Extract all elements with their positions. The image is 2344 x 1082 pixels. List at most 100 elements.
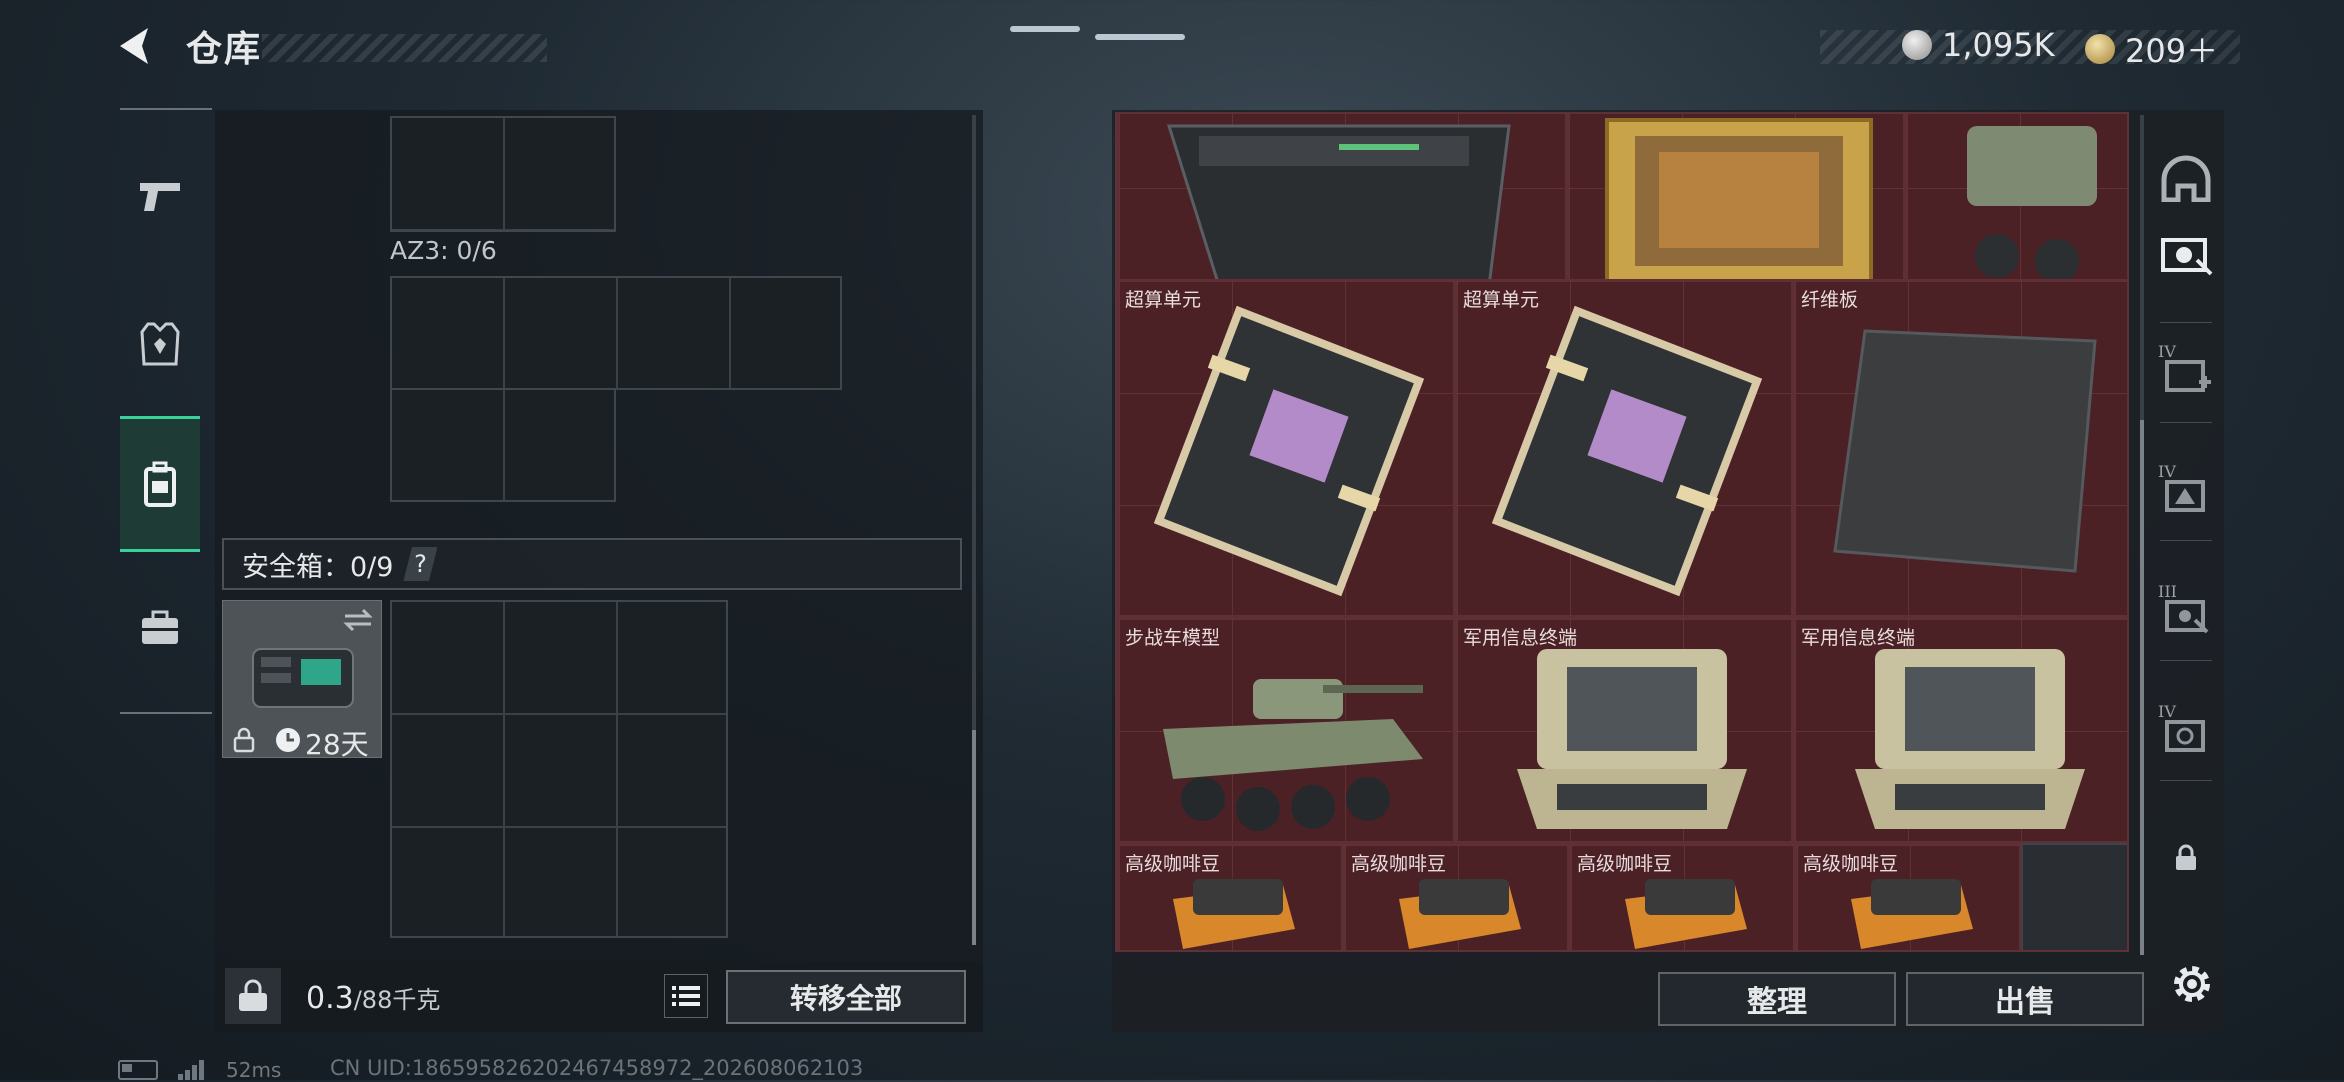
tool-tier-filter[interactable]: IV xyxy=(2150,698,2222,770)
item-name: 纤维板 xyxy=(1801,289,1859,311)
list-view-button[interactable] xyxy=(664,974,708,1018)
gold-coin-icon xyxy=(2085,34,2115,64)
nav-weapons[interactable] xyxy=(120,148,200,244)
tool-divider xyxy=(2160,422,2212,423)
stash-filter-column: IV IV III IV xyxy=(2150,140,2222,920)
safebox-label: 安全箱：0/9 xyxy=(242,551,394,583)
stash-empty-slot[interactable] xyxy=(2021,843,2127,950)
tool-helmet[interactable] xyxy=(2150,142,2222,214)
pistol-icon xyxy=(140,183,180,211)
vehicle-model-icon xyxy=(1967,126,2097,283)
tool-lock[interactable] xyxy=(2150,822,2222,894)
gear-icon xyxy=(2174,966,2210,1002)
coffee-beans-icon xyxy=(1851,879,1973,949)
stash-item[interactable]: 高级咖啡豆 xyxy=(1117,843,1343,950)
safebox-device-icon xyxy=(252,648,354,708)
tool-tier-warning[interactable]: IV xyxy=(2150,458,2222,530)
tool-divider xyxy=(2160,540,2212,541)
clock-icon xyxy=(276,728,300,752)
page-title: 仓库 xyxy=(186,29,263,70)
tool-tier-add[interactable]: IV xyxy=(2150,338,2222,410)
transfer-all-button[interactable]: 转移全部 xyxy=(726,970,966,1024)
signal-icon xyxy=(178,1060,204,1080)
coffee-beans-icon xyxy=(1399,879,1521,949)
backpack-icon xyxy=(144,461,176,507)
tool-tier-cursor[interactable]: III xyxy=(2150,578,2222,650)
help-icon[interactable]: ? xyxy=(403,547,438,581)
stash-item[interactable]: 高级咖啡豆 xyxy=(1343,843,1569,950)
coffee-beans-icon xyxy=(1625,879,1747,949)
weight-readout: 0.3/88千克 xyxy=(306,980,440,1016)
settings-button[interactable] xyxy=(2160,952,2224,1016)
nav-case[interactable] xyxy=(120,580,200,676)
az3-capacity-label: AZ3: 0/6 xyxy=(390,236,497,265)
tier-label: IV xyxy=(2158,342,2176,361)
silver-amount: 1,095K xyxy=(1942,26,2055,64)
organize-button[interactable]: 整理 xyxy=(1658,972,1896,1026)
safebox-grid[interactable] xyxy=(390,600,728,938)
uid-watermark: CN UID:1865958262024674589​72_2026080621… xyxy=(330,1056,864,1080)
armor-vest-icon xyxy=(140,322,180,366)
sell-button[interactable]: 出售 xyxy=(1906,972,2144,1026)
tier-label: IV xyxy=(2158,462,2176,481)
back-button[interactable] xyxy=(112,22,160,70)
supercomputer-unit-icon xyxy=(1491,305,1763,597)
weight-lock-button[interactable] xyxy=(225,968,281,1024)
stash-scrollbar-thumb[interactable] xyxy=(2140,420,2144,955)
server-unit-icon xyxy=(1166,124,1511,288)
ceiling-light xyxy=(1095,34,1185,40)
stash-item[interactable]: 超算单元 xyxy=(1455,279,1793,617)
helmet-icon xyxy=(2161,155,2211,202)
gold-amount: 209＋ xyxy=(2125,32,2219,70)
military-terminal-icon xyxy=(1517,649,1747,829)
az3-grid-bottom[interactable] xyxy=(390,388,616,502)
back-arrow-icon xyxy=(120,28,148,64)
supercomputer-unit-icon xyxy=(1153,305,1425,597)
stash-item[interactable]: 纤维板 xyxy=(1793,279,2127,617)
safebox-container-item[interactable]: 28天 xyxy=(222,600,382,761)
nav-armor[interactable] xyxy=(120,296,200,392)
az3-grid-top[interactable] xyxy=(390,276,842,390)
tool-camera-select[interactable] xyxy=(2150,218,2222,290)
stash-grid[interactable]: 超算单元 超算单元 纤维板 步战车模型 军用信息终端 军用信息终端 高级咖啡豆 … xyxy=(1115,112,2129,952)
backpack-grid[interactable] xyxy=(390,116,616,232)
camera-select-icon xyxy=(2161,238,2213,276)
stash-item[interactable]: 高级咖啡豆 xyxy=(1795,843,2021,950)
title-decoration xyxy=(262,34,547,62)
ping-readout: 52ms xyxy=(226,1058,282,1082)
tier-label: IV xyxy=(2158,702,2176,721)
left-nav xyxy=(120,108,212,714)
swap-icon[interactable] xyxy=(343,607,373,633)
safebox-timer: 28天 xyxy=(305,728,369,761)
tier-label: III xyxy=(2158,582,2177,601)
stash-item[interactable]: 高级咖啡豆 xyxy=(1569,843,1795,950)
item-name: 步战车模型 xyxy=(1125,627,1221,649)
stash-item[interactable]: 军用信息终端 xyxy=(1793,617,2127,843)
weight-current: 0.3 xyxy=(306,981,354,1016)
status-bar: 52ms xyxy=(118,1058,281,1082)
nav-backpack[interactable] xyxy=(120,416,200,552)
tool-divider xyxy=(2160,780,2212,781)
loadout-scrollbar-thumb[interactable] xyxy=(972,730,976,945)
list-icon xyxy=(672,986,700,1006)
silver-currency: 1,095K xyxy=(1902,26,2055,64)
lock-icon xyxy=(2176,844,2196,870)
weight-lock-icon xyxy=(239,979,267,1011)
lock-icon xyxy=(233,727,255,753)
gold-currency[interactable]: 209＋ xyxy=(2085,26,2218,72)
battery-icon xyxy=(118,1060,158,1080)
stash-item[interactable]: 军用信息终端 xyxy=(1455,617,1793,843)
ceiling-light xyxy=(1010,26,1080,32)
stash-item[interactable]: 超算单元 xyxy=(1117,279,1455,617)
ifv-model-icon xyxy=(1163,679,1423,831)
coffee-beans-icon xyxy=(1173,879,1295,949)
tool-divider xyxy=(2160,322,2212,323)
framed-painting-icon xyxy=(1605,118,1873,292)
weight-max: /88千克 xyxy=(353,986,441,1014)
fiberboard-icon xyxy=(1833,329,2097,573)
military-terminal-icon xyxy=(1855,649,2085,829)
silver-coin-icon xyxy=(1902,30,1932,60)
stash-item[interactable]: 步战车模型 xyxy=(1117,617,1455,843)
briefcase-icon xyxy=(142,610,178,644)
safebox-header: 安全箱：0/9 ? xyxy=(222,538,962,590)
